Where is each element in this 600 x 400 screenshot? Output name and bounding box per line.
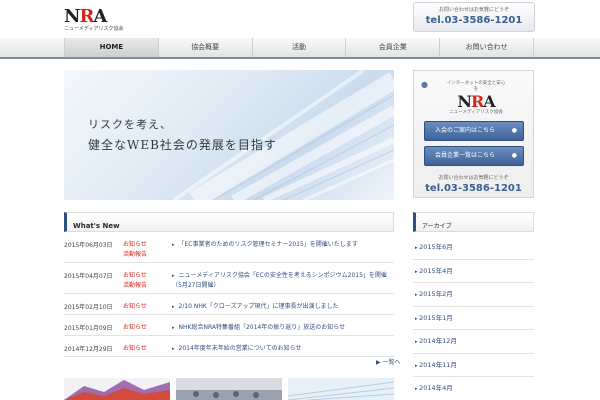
nav-item-activities[interactable]: 活動 — [251, 38, 346, 57]
news-list: 2015年06月03日 お知らせ 活動報告 「EC事業者のためのリスク管理セミナ… — [64, 232, 394, 357]
news-date: 2015年01月09日 — [64, 325, 113, 332]
logo-mark: NRA — [64, 6, 107, 27]
news-item[interactable]: 2015年04月07日 お知らせ 活動報告 ニューメディアリスク協会「ECの安全… — [64, 263, 394, 294]
hero-headline-2: 健全なWEB社会の発展を目指す — [88, 138, 277, 152]
feature-thumbnail-seminar[interactable] — [176, 378, 282, 400]
news-category[interactable]: お知らせ — [123, 323, 153, 333]
logo-subtitle: ニューメディアリスク協会 — [64, 26, 124, 32]
seminar-thumbnail-image — [176, 378, 282, 400]
hero-background-graphic — [172, 70, 394, 200]
news-date: 2014年12月29日 — [64, 346, 113, 353]
nav-item-members[interactable]: 会員企業 — [345, 38, 439, 57]
news-item[interactable]: 2015年06月03日 お知らせ 活動報告 「EC事業者のためのリスク管理セミナ… — [64, 232, 394, 263]
join-button[interactable]: 入会のご案内はこちら ● — [424, 121, 524, 141]
news-more-link[interactable]: ▶ 一覧へ — [376, 357, 401, 366]
news-title[interactable]: ニューメディアリスク協会「ECの安全性を考えるシンポジウム2015」を開催（5月… — [172, 271, 392, 291]
news-title[interactable]: NHK総合NRA特集番組「2014年の振り返り」放送のお知らせ — [172, 323, 392, 333]
sidebar-phone-number[interactable]: tel.03-3586-1201 — [414, 182, 533, 195]
archive-item[interactable]: 2015年4月 — [413, 260, 534, 283]
feature-thumbnail-chart[interactable] — [64, 378, 170, 400]
site-logo[interactable]: NRA ニューメディアリスク協会 — [64, 8, 124, 36]
arrow-right-icon: ● — [511, 127, 517, 134]
archive-item[interactable]: 2015年1月 — [413, 307, 534, 330]
user-icon: ● — [421, 80, 428, 89]
news-title[interactable]: 2014年度年末年始の営業についてのお知らせ — [172, 344, 392, 354]
nav-item-about[interactable]: 協会概要 — [157, 38, 252, 57]
archive-item[interactable]: 2014年4月 — [413, 377, 534, 400]
header-contact-box: お問い合わせはお気軽にどうぞ tel.03-3586-1201 — [413, 2, 535, 32]
page: NRA ニューメディアリスク協会 お問い合わせはお気軽にどうぞ tel.03-3… — [0, 0, 600, 400]
nav-item-contact[interactable]: お問い合わせ — [439, 38, 534, 57]
site-header: NRA ニューメディアリスク協会 お問い合わせはお気軽にどうぞ tel.03-3… — [0, 0, 600, 38]
archive-item[interactable]: 2015年6月 — [413, 236, 534, 260]
news-category[interactable]: お知らせ — [123, 302, 153, 312]
archive-item[interactable]: 2015年2月 — [413, 283, 534, 307]
news-category[interactable]: お知らせ 活動報告 — [123, 271, 153, 291]
sidebar-contact-label: お問い合わせはお気軽にどうぞ — [438, 175, 509, 181]
archive-item[interactable]: 2014年11月 — [413, 354, 534, 377]
news-title[interactable]: 「EC事業者のためのリスク管理セミナー2015」を開催いたします — [172, 240, 392, 250]
sidebar-logo-subtitle: ニューメディアリスク協会 — [449, 110, 503, 115]
sidebar-promo-box: ● インターネットの安全と安心を NRA ニューメディアリスク協会 入会のご案内… — [413, 70, 534, 198]
hero-headline-1: リスクを考え、 — [88, 118, 172, 131]
global-nav: HOME 協会概要 活動 会員企業 お問い合わせ — [0, 38, 600, 59]
chart-thumbnail-image — [64, 378, 170, 400]
feature-thumbnail-keyboard[interactable] — [288, 378, 394, 400]
header-phone-number[interactable]: tel.03-3586-1201 — [414, 14, 534, 27]
member-list-button[interactable]: 会員企業一覧はこちら ● — [424, 146, 524, 166]
news-heading-text: What's New — [73, 222, 120, 230]
sidebar-logo[interactable]: インターネットの安全と安心を NRA ニューメディアリスク協会 — [446, 81, 506, 116]
news-date: 2015年06月03日 — [64, 242, 113, 249]
header-contact-label: お問い合わせはお気軽にどうぞ — [438, 7, 509, 13]
sidebar-logo-mark: NRA — [457, 92, 495, 111]
news-date: 2015年04月07日 — [64, 273, 113, 280]
news-item[interactable]: 2015年02月10日 お知らせ 2/10 NHK「クローズアップ現代」に理事長… — [64, 294, 394, 315]
news-item[interactable]: 2015年01月09日 お知らせ NHK総合NRA特集番組「2014年の振り返り… — [64, 315, 394, 336]
keyboard-thumbnail-image — [288, 378, 394, 400]
news-category[interactable]: お知らせ — [123, 344, 153, 354]
archive-heading: アーカイブ — [413, 212, 534, 232]
news-heading: What's New — [64, 212, 394, 232]
archive-list: 2015年6月 2015年4月 2015年2月 2015年1月 2014年12月… — [413, 236, 534, 400]
news-title[interactable]: 2/10 NHK「クローズアップ現代」に理事長が出演しました — [172, 302, 392, 312]
hero-banner: リスクを考え、 健全なWEB社会の発展を目指す — [64, 70, 394, 200]
sidebar-contact: お問い合わせはお気軽にどうぞ tel.03-3586-1201 — [414, 175, 533, 195]
news-item[interactable]: 2014年12月29日 お知らせ 2014年度年末年始の営業についてのお知らせ — [64, 336, 394, 357]
news-category[interactable]: お知らせ 活動報告 — [123, 240, 153, 260]
news-date: 2015年02月10日 — [64, 304, 113, 311]
nav-item-home[interactable]: HOME — [64, 38, 158, 57]
archive-item[interactable]: 2014年12月 — [413, 330, 534, 354]
arrow-right-icon: ● — [511, 152, 517, 159]
